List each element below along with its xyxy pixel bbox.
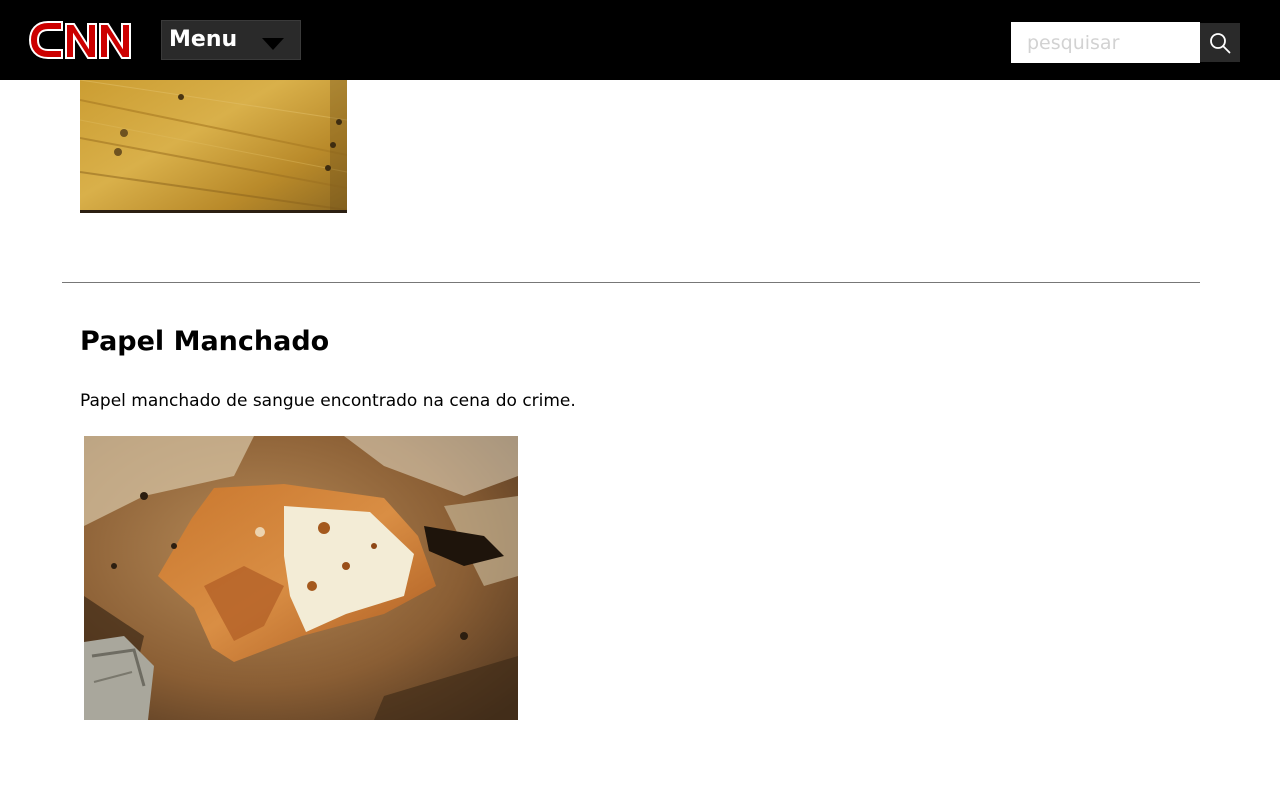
stained-paper-photo	[84, 436, 518, 720]
menu-button[interactable]: Menu	[161, 20, 301, 60]
menu-label: Menu	[169, 27, 238, 52]
cnn-logo[interactable]	[26, 14, 134, 66]
section-divider	[62, 282, 1200, 283]
site-header: Menu	[0, 0, 1280, 80]
evidence-description: Papel manchado de sangue encontrado na c…	[80, 391, 576, 411]
article-content: Papel Manchado Papel manchado de sangue …	[0, 0, 1280, 800]
evidence-title: Papel Manchado	[80, 326, 330, 357]
search-input[interactable]	[1011, 22, 1200, 63]
search-icon	[1210, 33, 1231, 54]
search-button[interactable]	[1200, 23, 1240, 62]
page: Papel Manchado Papel manchado de sangue …	[0, 0, 1280, 800]
wooden-floor-photo	[80, 60, 347, 213]
caret-down-icon	[262, 38, 284, 50]
